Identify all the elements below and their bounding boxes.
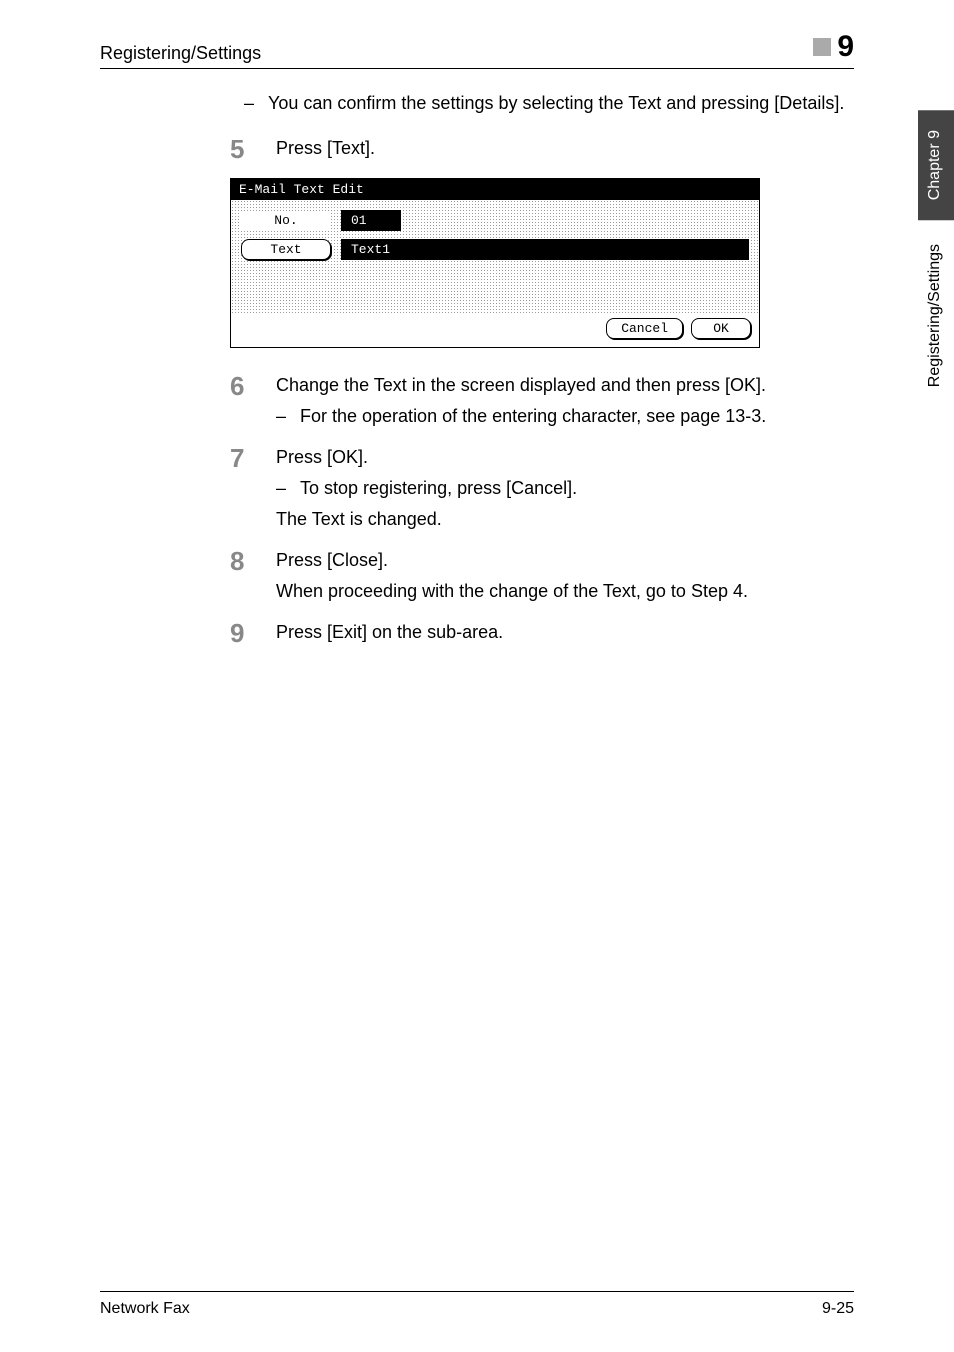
intro-note: –You can confirm the settings by selecti… bbox=[230, 90, 854, 117]
panel-title: E-Mail Text Edit bbox=[231, 179, 759, 200]
dash-icon: – bbox=[276, 475, 300, 502]
main-content: –You can confirm the settings by selecti… bbox=[230, 90, 854, 661]
header-block-icon bbox=[813, 38, 831, 56]
step-text: Press [OK]. bbox=[276, 444, 854, 471]
step-cont: When proceeding with the change of the T… bbox=[276, 578, 854, 605]
side-tab: Chapter 9 Registering/Settings bbox=[918, 110, 954, 411]
panel-row-text: Text Text1 bbox=[241, 239, 749, 260]
panel-button-row: Cancel OK bbox=[231, 314, 759, 347]
step-9: 9 Press [Exit] on the sub-area. bbox=[230, 619, 854, 648]
footer-left: Network Fax bbox=[100, 1300, 190, 1318]
step-text: Press [Text]. bbox=[276, 135, 854, 162]
step-5: 5 Press [Text]. bbox=[230, 135, 854, 164]
header-title: Registering/Settings bbox=[100, 43, 261, 64]
no-value: 01 bbox=[341, 210, 401, 231]
step-text: Change the Text in the screen displayed … bbox=[276, 372, 854, 399]
header-chapter-num: 9 bbox=[837, 30, 854, 64]
step-body: Change the Text in the screen displayed … bbox=[276, 372, 854, 430]
step-body: Press [OK]. –To stop registering, press … bbox=[276, 444, 854, 533]
step-sub: –For the operation of the entering chara… bbox=[276, 403, 854, 430]
side-chapter: Chapter 9 bbox=[918, 110, 954, 220]
header-chapter-wrap: 9 bbox=[813, 30, 854, 64]
ok-button[interactable]: OK bbox=[691, 318, 751, 339]
step-sub: –To stop registering, press [Cancel]. bbox=[276, 475, 854, 502]
step-8: 8 Press [Close]. When proceeding with th… bbox=[230, 547, 854, 605]
step-num: 6 bbox=[230, 372, 256, 430]
text-button[interactable]: Text bbox=[241, 239, 331, 260]
page-footer: Network Fax 9-25 bbox=[100, 1291, 854, 1318]
dash-icon: – bbox=[276, 403, 300, 430]
no-label: No. bbox=[241, 211, 331, 230]
footer-right: 9-25 bbox=[822, 1300, 854, 1318]
step-text: Press [Close]. bbox=[276, 547, 854, 574]
step-text: Press [Exit] on the sub-area. bbox=[276, 619, 854, 646]
email-text-edit-panel: E-Mail Text Edit No. 01 Text Text1 Cance… bbox=[230, 178, 760, 348]
step-sub-text: To stop registering, press [Cancel]. bbox=[300, 478, 577, 498]
step-cont: The Text is changed. bbox=[276, 506, 854, 533]
step-num: 8 bbox=[230, 547, 256, 605]
step-num: 5 bbox=[230, 135, 256, 164]
panel-body: No. 01 Text Text1 bbox=[231, 200, 759, 314]
step-6: 6 Change the Text in the screen displaye… bbox=[230, 372, 854, 430]
page-header: Registering/Settings 9 bbox=[100, 30, 854, 69]
intro-note-text: You can confirm the settings by selectin… bbox=[268, 93, 844, 113]
step-body: Press [Exit] on the sub-area. bbox=[276, 619, 854, 648]
step-7: 7 Press [OK]. –To stop registering, pres… bbox=[230, 444, 854, 533]
panel-row-no: No. 01 bbox=[241, 210, 749, 231]
panel-spacer bbox=[241, 268, 749, 304]
step-body: Press [Close]. When proceeding with the … bbox=[276, 547, 854, 605]
dash-icon: – bbox=[244, 90, 268, 117]
step-num: 7 bbox=[230, 444, 256, 533]
step-body: Press [Text]. bbox=[276, 135, 854, 164]
step-num: 9 bbox=[230, 619, 256, 648]
side-section: Registering/Settings bbox=[918, 220, 954, 411]
cancel-button[interactable]: Cancel bbox=[606, 318, 683, 339]
step-sub-text: For the operation of the entering charac… bbox=[300, 406, 766, 426]
text-value: Text1 bbox=[341, 239, 749, 260]
